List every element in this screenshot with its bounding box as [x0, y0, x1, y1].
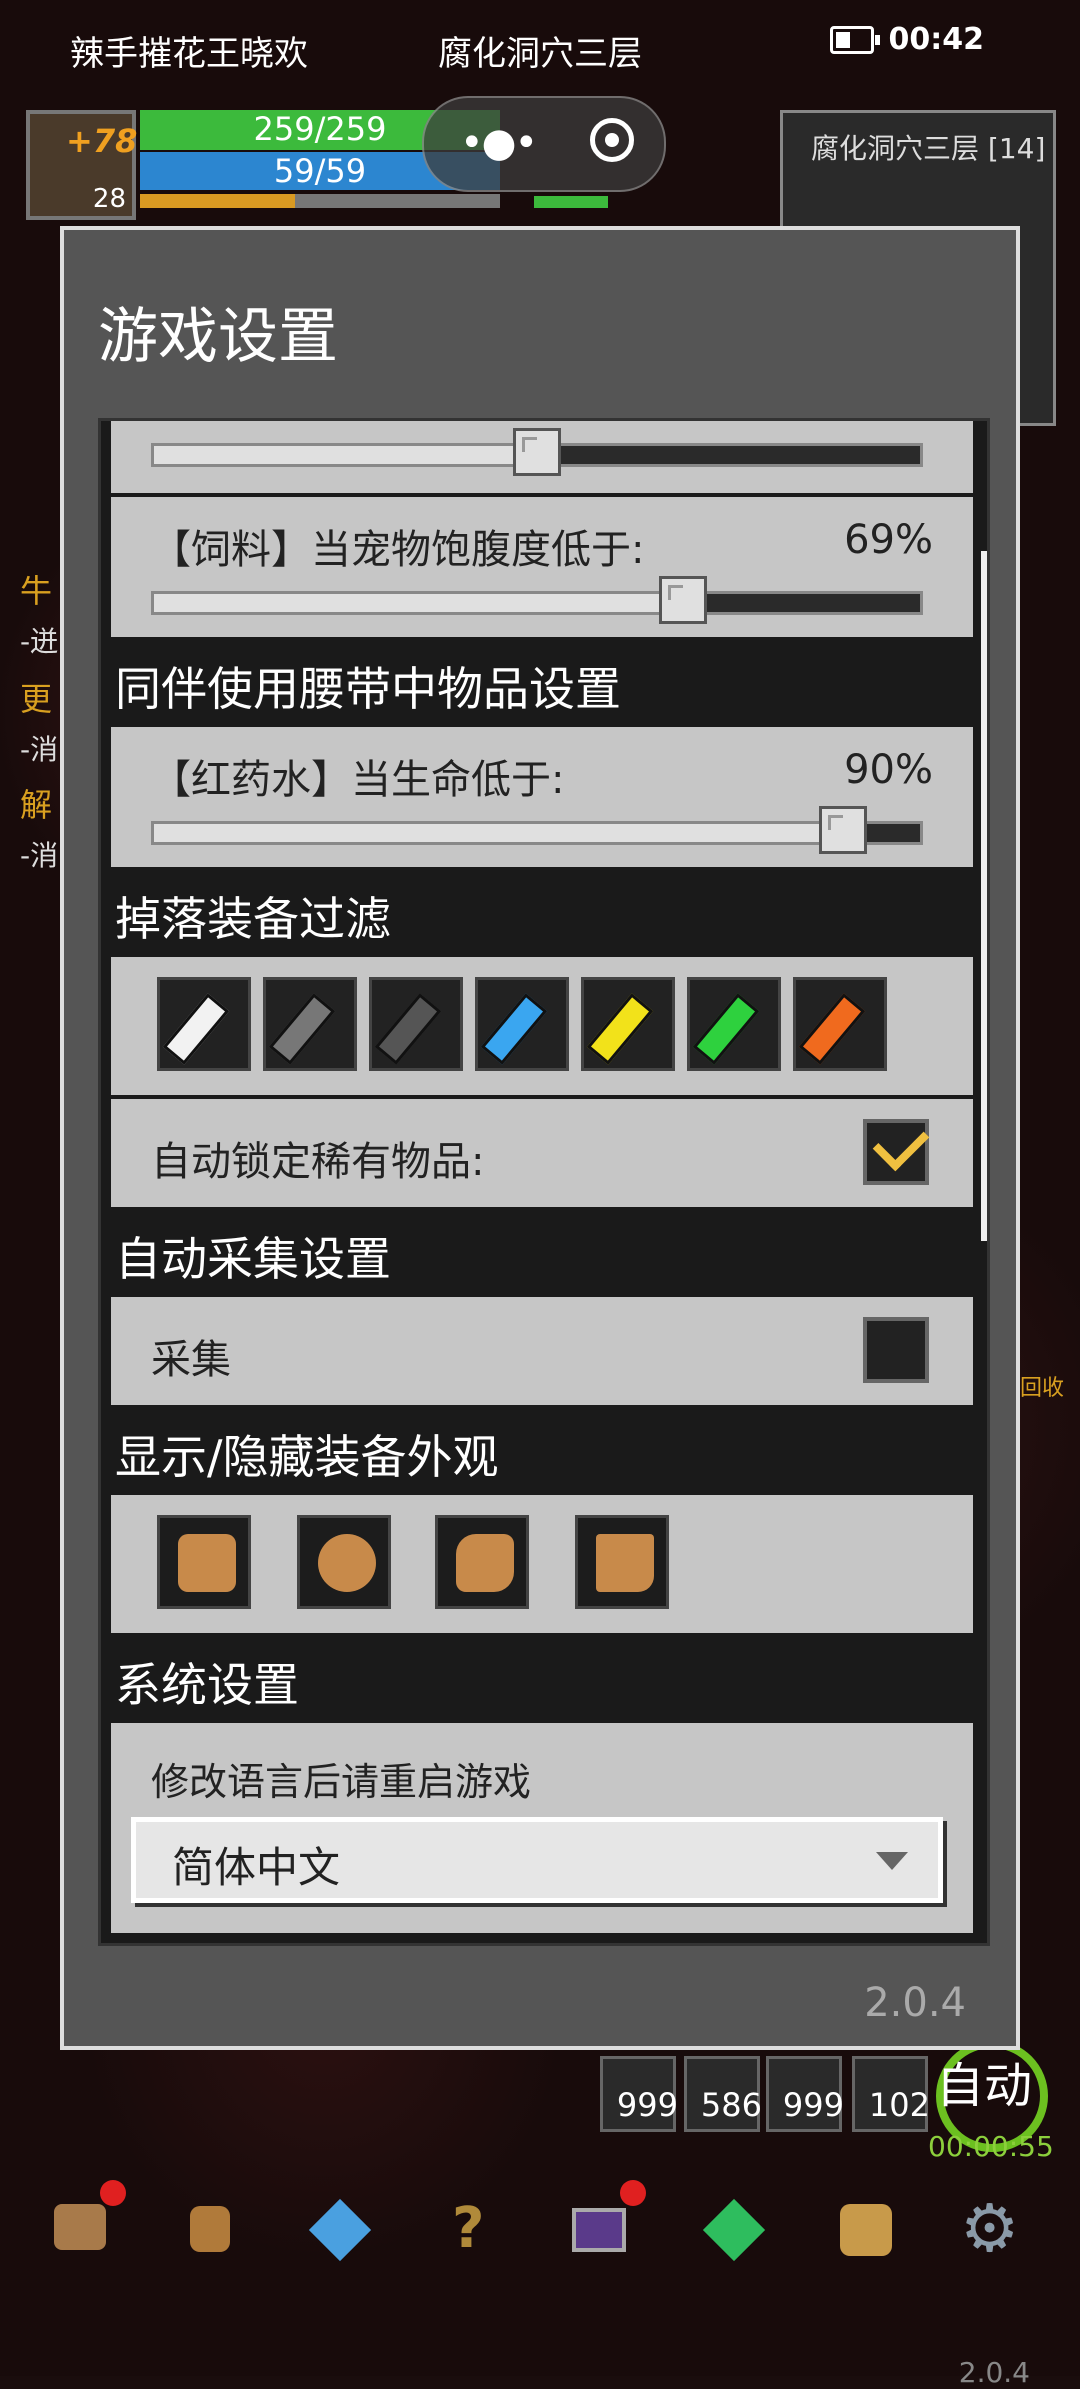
red-potion-slider[interactable] — [151, 806, 923, 854]
gather-section-header: 自动采集设置 — [111, 1211, 973, 1297]
pet-food-label: 【饲料】当宠物饱腹度低于: — [151, 527, 645, 573]
filter-green-sword-icon[interactable] — [687, 977, 781, 1071]
filter-orange-sword-icon[interactable] — [793, 977, 887, 1071]
status-bar: 辣手摧花王晓欢 腐化洞穴三层 00:42 — [0, 0, 1080, 96]
version-label: 2.0.4 — [958, 2356, 1030, 2389]
boots-icon[interactable] — [575, 1515, 669, 1609]
log-title-1: 牛 — [20, 572, 53, 610]
log-title-2: 更 — [20, 680, 53, 718]
top-slider[interactable] — [151, 428, 923, 476]
slider-thumb[interactable] — [513, 428, 561, 476]
gather-checkbox[interactable] — [863, 1317, 929, 1383]
chevron-down-icon — [876, 1852, 908, 1870]
scroll-count: 102 — [868, 2086, 930, 2124]
mini-program-capsule[interactable]: •●• — [422, 96, 666, 192]
fist-icon[interactable] — [435, 1515, 529, 1609]
gather-label: 采集 — [151, 1337, 231, 1383]
helmet-icon[interactable] — [157, 1515, 251, 1609]
language-dropdown[interactable]: 简体中文 — [131, 1817, 943, 1903]
check-icon — [872, 1114, 930, 1172]
close-target-icon[interactable] — [590, 118, 634, 162]
clock: 00:42 — [888, 22, 985, 57]
drop-filter-section-header: 掉落装备过滤 — [111, 871, 973, 957]
face-icon[interactable] — [826, 2190, 906, 2270]
system-row: 修改语言后请重启游戏 简体中文 — [111, 1723, 973, 1937]
battery-icon — [830, 26, 880, 54]
slider-thumb[interactable] — [658, 576, 707, 624]
companion-hp-bar — [534, 196, 608, 208]
log-sub-1: -迸 — [20, 625, 59, 658]
log-sub-3: -消 — [20, 839, 59, 872]
notification-badge — [100, 2180, 126, 2206]
player-level: 28 — [92, 184, 126, 214]
crystal-icon[interactable] — [300, 2190, 380, 2270]
notification-badge — [620, 2180, 646, 2206]
filter-yellow-sword-icon[interactable] — [581, 977, 675, 1071]
red-potion-label: 【红药水】当生命低于: — [151, 757, 565, 803]
gear-icon[interactable]: ⚙ — [956, 2190, 1036, 2270]
auto-lock-checkbox[interactable] — [863, 1114, 930, 1185]
filter-dark-sword-icon[interactable] — [369, 977, 463, 1071]
level-bonus: +78 — [66, 122, 138, 160]
language-hint: 修改语言后请重启游戏 — [151, 1760, 532, 1804]
helmet-icon[interactable] — [40, 2180, 126, 2270]
companion-section-header: 同伴使用腰带中物品设置 — [111, 641, 973, 727]
slider-thumb[interactable] — [819, 806, 868, 854]
filter-white-sword-icon[interactable] — [157, 977, 251, 1071]
bag-icon[interactable] — [170, 2190, 250, 2270]
settings-dialog: 游戏设置 【饲料】当宠物饱腹度低于: 69% 同伴使用腰带中物品设置 【红药水】… — [60, 226, 1020, 2050]
more-icon[interactable]: •●• — [460, 120, 538, 166]
system-section-header: 系统设置 — [111, 1637, 973, 1723]
language-value: 简体中文 — [172, 1843, 341, 1892]
dialog-title: 游戏设置 — [98, 302, 338, 372]
appearance-section-header: 显示/隐藏装备外观 — [111, 1409, 973, 1495]
pet-food-slider[interactable] — [151, 576, 923, 624]
dialog-version: 2.0.4 — [864, 1980, 966, 2026]
filter-blue-sword-icon[interactable] — [475, 977, 569, 1071]
meat-count: 586 — [700, 2086, 762, 2124]
recycle-label[interactable]: 回收 — [1020, 1370, 1064, 1402]
gather-row: 采集 — [111, 1297, 973, 1409]
auto-timer: 00:00:55 — [928, 2130, 1054, 2163]
xp-bar — [140, 194, 500, 208]
gloves-icon[interactable] — [297, 1515, 391, 1609]
scrollbar[interactable] — [981, 551, 987, 1241]
filter-gray-sword-icon[interactable] — [263, 977, 357, 1071]
red-potion-row: 【红药水】当生命低于: 90% — [111, 727, 973, 871]
fish-count: 999 — [616, 2086, 678, 2124]
red-potion-value: 90% — [844, 747, 933, 793]
question-icon[interactable]: ? — [430, 2190, 510, 2270]
auto-lock-row: 自动锁定稀有物品: — [111, 1099, 973, 1211]
auto-lock-label: 自动锁定稀有物品: — [151, 1139, 485, 1185]
appearance-row — [111, 1495, 973, 1637]
gem-icon[interactable] — [694, 2190, 774, 2270]
screen-icon[interactable] — [560, 2180, 646, 2270]
auto-label: 自动 — [936, 2058, 1033, 2114]
pet-food-value: 69% — [844, 517, 933, 563]
minimap-title: 腐化洞穴三层 [14] — [811, 132, 1046, 165]
log-title-3: 解 — [20, 786, 53, 824]
drop-filter-row — [111, 957, 973, 1099]
pet-food-row: 【饲料】当宠物饱腹度低于: 69% — [111, 497, 973, 641]
settings-scroll-area[interactable]: 【饲料】当宠物饱腹度低于: 69% 同伴使用腰带中物品设置 【红药水】当生命低于… — [98, 418, 990, 1946]
player-avatar[interactable]: +78 28 — [26, 110, 138, 220]
location-name: 腐化洞穴三层 — [438, 34, 642, 74]
player-name: 辣手摧花王晓欢 — [70, 34, 308, 74]
top-slider-row — [111, 421, 973, 497]
log-sub-2: -消 — [20, 733, 59, 766]
blue-fish-count: 999 — [782, 2086, 844, 2124]
